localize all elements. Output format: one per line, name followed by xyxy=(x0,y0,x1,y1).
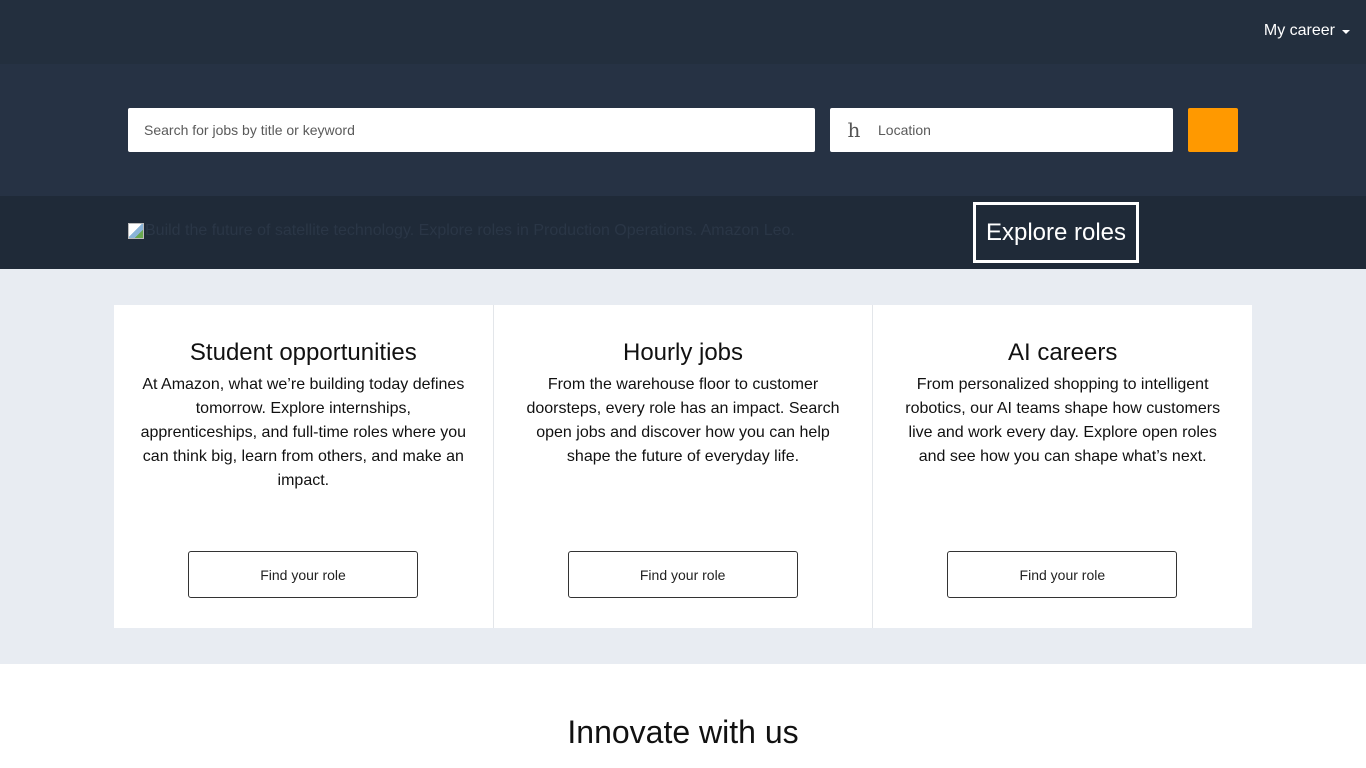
job-search-placeholder: Search for jobs by title or keyword xyxy=(144,122,355,138)
cards-section: Student opportunities At Amazon, what we… xyxy=(0,269,1366,664)
promo-image-alt-text: Build the future of satellite technology… xyxy=(145,222,795,239)
promo-banner-image[interactable]: Build the future of satellite technology… xyxy=(128,222,795,240)
my-career-menu[interactable]: My career xyxy=(1264,21,1350,41)
card-title: AI careers xyxy=(1007,339,1118,366)
find-your-role-button[interactable]: Find your role xyxy=(567,551,798,598)
card-student-opportunities: Student opportunities At Amazon, what we… xyxy=(114,305,494,628)
my-career-label: My career xyxy=(1263,22,1335,39)
card-title: Hourly jobs xyxy=(622,339,744,366)
card-title: Student opportunities xyxy=(189,339,417,366)
search-button[interactable] xyxy=(1188,108,1238,152)
caret-down-icon xyxy=(1342,29,1350,34)
location-icon: h xyxy=(847,118,861,142)
promo-banner: Build the future of satellite technology… xyxy=(0,196,1366,269)
find-your-role-button[interactable]: Find your role xyxy=(188,551,418,598)
location-input[interactable]: h Location xyxy=(830,108,1173,152)
card-description: From personalized shopping to intelligen… xyxy=(905,376,1221,465)
explore-roles-button[interactable]: Explore roles xyxy=(973,202,1139,263)
search-section: Search for jobs by title or keyword h Lo… xyxy=(0,64,1366,196)
broken-image-icon xyxy=(128,223,144,239)
location-placeholder: Location xyxy=(878,122,931,138)
top-navigation-bar: My career xyxy=(0,0,1366,64)
card-description: From the warehouse floor to customer doo… xyxy=(526,376,840,465)
card-description: At Amazon, what we’re building today def… xyxy=(140,376,467,489)
find-your-role-button[interactable]: Find your role xyxy=(947,551,1178,598)
job-search-input[interactable]: Search for jobs by title or keyword xyxy=(128,108,815,152)
innovate-section-title: Innovate with us xyxy=(567,714,799,750)
card-hourly-jobs: Hourly jobs From the warehouse floor to … xyxy=(494,305,874,628)
card-ai-careers: AI careers From personalized shopping to… xyxy=(873,305,1252,628)
opportunity-cards: Student opportunities At Amazon, what we… xyxy=(114,305,1252,628)
